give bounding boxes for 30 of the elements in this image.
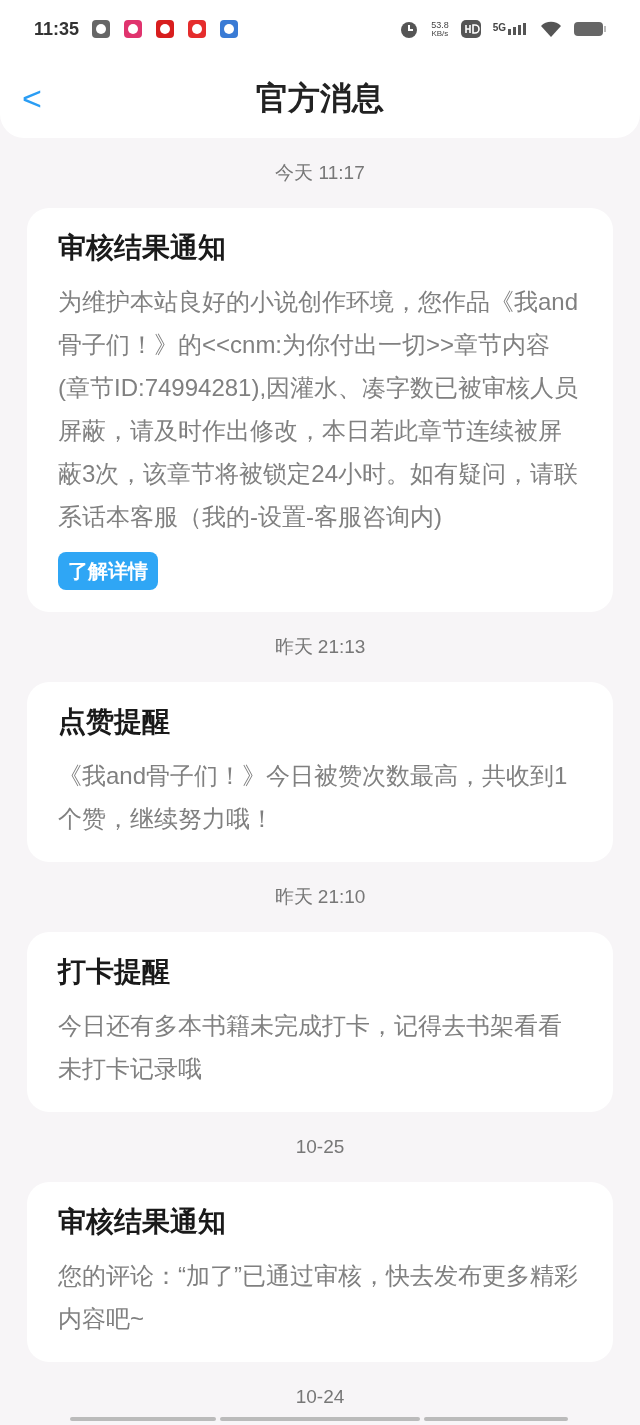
network-speed: 53.8 xyxy=(431,20,449,30)
message-body: 您的评论：“加了”已通过审核，快去发布更多精彩内容吧~ xyxy=(58,1261,579,1334)
message-time: 今天 11:17 xyxy=(275,160,365,185)
network-type: 5G xyxy=(492,23,506,33)
status-time: 11:35 xyxy=(34,17,80,41)
message-title: 打卡提醒 xyxy=(58,955,170,989)
message-title: 审核结果通知 xyxy=(58,231,226,265)
app-notification-icon xyxy=(219,19,240,39)
message-time: 昨天 21:13 xyxy=(274,634,366,659)
message-body: 《我and骨子们！》今日被赞次数最高，共收到1个赞，继续努力哦！ xyxy=(58,761,569,834)
page-title: 官方消息 xyxy=(256,79,384,118)
app-notification-icon xyxy=(123,19,144,39)
message-title: 点赞提醒 xyxy=(58,705,170,739)
app-notification-icon xyxy=(91,19,112,39)
hd-icon xyxy=(460,20,481,38)
message-time: 昨天 21:10 xyxy=(274,884,366,909)
alarm-icon xyxy=(399,19,420,39)
back-button[interactable]: < xyxy=(22,81,42,115)
message-time: 10-25 xyxy=(295,1134,345,1159)
message-body: 今日还有多本书籍未完成打卡，记得去书架看看未打卡记录哦 xyxy=(58,1011,563,1084)
message-body: 为维护本站良好的小说创作环境，您作品《我and骨子们！》的<<cnm:为你付出一切>>章节内容(章节ID:74994281),因灌水、凑字数已被审核人员屏蔽，请及时作出修改，本日若此章节连续被屏蔽3次，该章节将被锁定24小时。如有疑问，请联系话本客服（我的-设置-客服咨询内) xyxy=(58,287,580,532)
network-speed-unit: KB/s xyxy=(431,29,449,38)
app-notification-icon xyxy=(155,19,176,39)
battery-icon xyxy=(574,21,606,37)
details-button[interactable]: 了解详情 xyxy=(58,552,158,590)
message-title: 审核结果通知 xyxy=(58,1205,226,1239)
message-time: 10-24 xyxy=(295,1384,345,1409)
wifi-icon xyxy=(540,20,562,38)
signal-icon xyxy=(508,23,528,35)
app-notification-icon xyxy=(187,19,208,39)
